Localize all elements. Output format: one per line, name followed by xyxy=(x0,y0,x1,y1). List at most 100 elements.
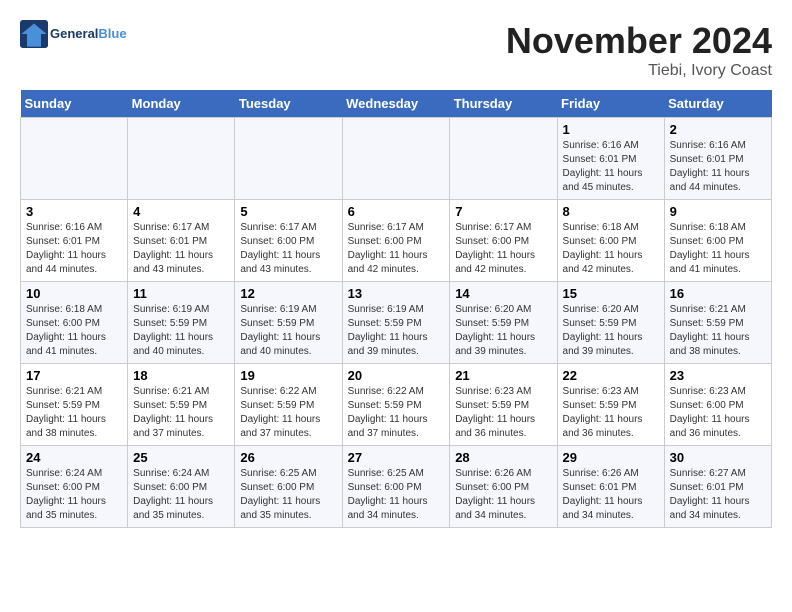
calendar-cell xyxy=(342,118,450,200)
calendar-table: SundayMondayTuesdayWednesdayThursdayFrid… xyxy=(20,90,772,528)
calendar-cell: 27 Sunrise: 6:25 AM Sunset: 6:00 PM Dayli… xyxy=(342,446,450,528)
day-info: Sunrise: 6:22 AM Sunset: 5:59 PM Dayligh… xyxy=(348,385,445,441)
calendar-cell: 28 Sunrise: 6:26 AM Sunset: 6:00 PM Dayli… xyxy=(450,446,557,528)
day-number: 22 xyxy=(563,368,659,383)
day-info: Sunrise: 6:19 AM Sunset: 5:59 PM Dayligh… xyxy=(348,303,445,359)
day-number: 3 xyxy=(26,204,122,219)
day-info: Sunrise: 6:21 AM Sunset: 5:59 PM Dayligh… xyxy=(670,303,766,359)
day-info: Sunrise: 6:26 AM Sunset: 6:01 PM Dayligh… xyxy=(563,467,659,523)
day-number: 26 xyxy=(240,450,336,465)
day-number: 8 xyxy=(563,204,659,219)
day-number: 9 xyxy=(670,204,766,219)
title-block: November 2024 Tiebi, Ivory Coast xyxy=(506,20,772,80)
calendar-cell: 30 Sunrise: 6:27 AM Sunset: 6:01 PM Dayli… xyxy=(664,446,771,528)
month-title: November 2024 xyxy=(506,20,772,62)
day-number: 28 xyxy=(455,450,551,465)
calendar-cell: 2 Sunrise: 6:16 AM Sunset: 6:01 PM Daylig… xyxy=(664,118,771,200)
day-number: 5 xyxy=(240,204,336,219)
day-info: Sunrise: 6:25 AM Sunset: 6:00 PM Dayligh… xyxy=(240,467,336,523)
weekday-header: Wednesday xyxy=(342,90,450,118)
day-number: 27 xyxy=(348,450,445,465)
page-header: GeneralBlue November 2024 Tiebi, Ivory C… xyxy=(20,20,772,80)
weekday-header: Thursday xyxy=(450,90,557,118)
day-number: 17 xyxy=(26,368,122,383)
calendar-cell: 16 Sunrise: 6:21 AM Sunset: 5:59 PM Dayli… xyxy=(664,282,771,364)
calendar-week-row: 17 Sunrise: 6:21 AM Sunset: 5:59 PM Dayli… xyxy=(21,364,772,446)
day-info: Sunrise: 6:17 AM Sunset: 6:00 PM Dayligh… xyxy=(240,221,336,277)
day-number: 29 xyxy=(563,450,659,465)
day-number: 15 xyxy=(563,286,659,301)
calendar-cell: 23 Sunrise: 6:23 AM Sunset: 6:00 PM Dayli… xyxy=(664,364,771,446)
day-number: 12 xyxy=(240,286,336,301)
day-info: Sunrise: 6:19 AM Sunset: 5:59 PM Dayligh… xyxy=(240,303,336,359)
day-info: Sunrise: 6:22 AM Sunset: 5:59 PM Dayligh… xyxy=(240,385,336,441)
calendar-cell: 1Sunrise: 6:16 AM Sunset: 6:01 PM Daylig… xyxy=(557,118,664,200)
day-info: Sunrise: 6:18 AM Sunset: 6:00 PM Dayligh… xyxy=(670,221,766,277)
calendar-cell: 4 Sunrise: 6:17 AM Sunset: 6:01 PM Daylig… xyxy=(128,200,235,282)
calendar-cell: 21 Sunrise: 6:23 AM Sunset: 5:59 PM Dayli… xyxy=(450,364,557,446)
calendar-cell: 10 Sunrise: 6:18 AM Sunset: 6:00 PM Dayli… xyxy=(21,282,128,364)
day-info: Sunrise: 6:23 AM Sunset: 5:59 PM Dayligh… xyxy=(563,385,659,441)
calendar-cell: 14Sunrise: 6:20 AM Sunset: 5:59 PM Dayli… xyxy=(450,282,557,364)
calendar-cell: 24Sunrise: 6:24 AM Sunset: 6:00 PM Dayli… xyxy=(21,446,128,528)
day-number: 6 xyxy=(348,204,445,219)
day-number: 19 xyxy=(240,368,336,383)
calendar-cell: 18 Sunrise: 6:21 AM Sunset: 5:59 PM Dayli… xyxy=(128,364,235,446)
day-number: 13 xyxy=(348,286,445,301)
day-number: 21 xyxy=(455,368,551,383)
logo-general: General xyxy=(50,26,98,41)
day-info: Sunrise: 6:25 AM Sunset: 6:00 PM Dayligh… xyxy=(348,467,445,523)
day-info: Sunrise: 6:16 AM Sunset: 6:01 PM Dayligh… xyxy=(26,221,122,277)
day-number: 2 xyxy=(670,122,766,137)
day-info: Sunrise: 6:24 AM Sunset: 6:00 PM Dayligh… xyxy=(133,467,229,523)
weekday-header: Monday xyxy=(128,90,235,118)
day-number: 11 xyxy=(133,286,229,301)
calendar-cell xyxy=(21,118,128,200)
day-info: Sunrise: 6:23 AM Sunset: 5:59 PM Dayligh… xyxy=(455,385,551,441)
calendar-cell xyxy=(450,118,557,200)
weekday-header: Saturday xyxy=(664,90,771,118)
day-number: 18 xyxy=(133,368,229,383)
logo-blue: Blue xyxy=(98,26,126,41)
day-info: Sunrise: 6:23 AM Sunset: 6:00 PM Dayligh… xyxy=(670,385,766,441)
day-info: Sunrise: 6:17 AM Sunset: 6:01 PM Dayligh… xyxy=(133,221,229,277)
weekday-header: Tuesday xyxy=(235,90,342,118)
location: Tiebi, Ivory Coast xyxy=(506,62,772,80)
calendar-cell: 29 Sunrise: 6:26 AM Sunset: 6:01 PM Dayli… xyxy=(557,446,664,528)
weekday-header-row: SundayMondayTuesdayWednesdayThursdayFrid… xyxy=(21,90,772,118)
calendar-cell xyxy=(235,118,342,200)
day-number: 25 xyxy=(133,450,229,465)
weekday-header: Sunday xyxy=(21,90,128,118)
calendar-week-row: 3 Sunrise: 6:16 AM Sunset: 6:01 PM Daylig… xyxy=(21,200,772,282)
calendar-week-row: 24 Sunrise: 6:24 AM Sunset: 6:00 PM Dayli… xyxy=(21,446,772,528)
day-info: Sunrise: 6:21 AM Sunset: 5:59 PM Dayligh… xyxy=(133,385,229,441)
day-number: 16 xyxy=(670,286,766,301)
calendar-cell: 17Sunrise: 6:21 AM Sunset: 5:59 PM Dayli… xyxy=(21,364,128,446)
logo-icon xyxy=(20,20,48,48)
day-info: Sunrise: 6:18 AM Sunset: 6:00 PM Dayligh… xyxy=(563,221,659,277)
calendar-cell: 15 Sunrise: 6:20 AM Sunset: 5:59 PM Dayli… xyxy=(557,282,664,364)
weekday-header: Friday xyxy=(557,90,664,118)
calendar-cell xyxy=(128,118,235,200)
day-info: Sunrise: 6:27 AM Sunset: 6:01 PM Dayligh… xyxy=(670,467,766,523)
day-number: 30 xyxy=(670,450,766,465)
day-number: 24 xyxy=(26,450,122,465)
day-number: 10 xyxy=(26,286,122,301)
day-info: Sunrise: 6:18 AM Sunset: 6:00 PM Dayligh… xyxy=(26,303,122,359)
calendar-cell: 9 Sunrise: 6:18 AM Sunset: 6:00 PM Daylig… xyxy=(664,200,771,282)
day-number: 4 xyxy=(133,204,229,219)
day-number: 7 xyxy=(455,204,551,219)
day-info: Sunrise: 6:17 AM Sunset: 6:00 PM Dayligh… xyxy=(455,221,551,277)
calendar-cell: 13 Sunrise: 6:19 AM Sunset: 5:59 PM Dayli… xyxy=(342,282,450,364)
day-info: Sunrise: 6:16 AM Sunset: 6:01 PM Dayligh… xyxy=(670,139,766,195)
calendar-cell: 12 Sunrise: 6:19 AM Sunset: 5:59 PM Dayli… xyxy=(235,282,342,364)
calendar-week-row: 1 Sunrise: 6:16 AM Sunset: 6:01 PM Daylig… xyxy=(21,118,772,200)
calendar-cell: 8 Sunrise: 6:18 AM Sunset: 6:00 PM Daylig… xyxy=(557,200,664,282)
calendar-cell: 19 Sunrise: 6:22 AM Sunset: 5:59 PM Dayli… xyxy=(235,364,342,446)
day-info: Sunrise: 6:20 AM Sunset: 5:59 PM Dayligh… xyxy=(563,303,659,359)
calendar-cell: 26 Sunrise: 6:25 AM Sunset: 6:00 PM Dayli… xyxy=(235,446,342,528)
calendar-cell: 22 Sunrise: 6:23 AM Sunset: 5:59 PM Dayli… xyxy=(557,364,664,446)
day-number: 1 xyxy=(563,122,659,137)
day-number: 23 xyxy=(670,368,766,383)
day-info: Sunrise: 6:26 AM Sunset: 6:00 PM Dayligh… xyxy=(455,467,551,523)
